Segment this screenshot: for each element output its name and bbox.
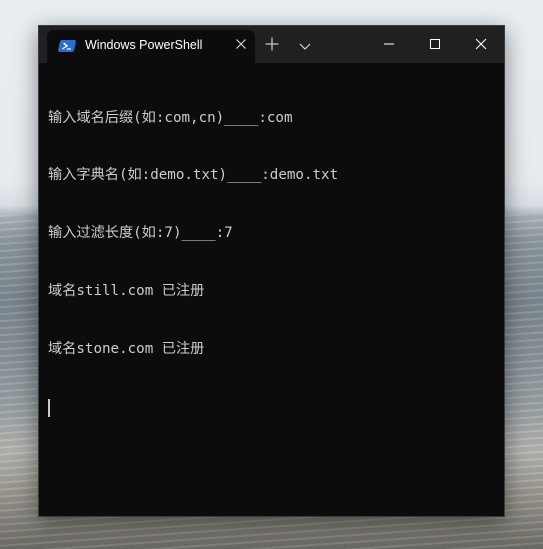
close-tab-icon[interactable] <box>233 36 249 52</box>
chevron-down-icon[interactable] <box>298 38 312 50</box>
tab-title: Windows PowerShell <box>85 38 203 52</box>
maximize-button[interactable] <box>412 26 458 63</box>
title-bar[interactable]: Windows PowerShell <box>39 26 504 63</box>
powershell-icon <box>57 40 77 52</box>
minimize-button[interactable] <box>366 26 412 63</box>
prompt-line[interactable] <box>48 398 496 418</box>
terminal-line: 输入字典名(如:demo.txt)____:demo.txt <box>48 167 339 184</box>
terminal-line: 域名still.com 已注册 <box>48 283 205 300</box>
text-cursor <box>48 399 50 418</box>
terminal-line: 输入过滤长度(如:7)____:7 <box>48 225 233 242</box>
plus-icon[interactable] <box>264 36 280 52</box>
close-button[interactable] <box>458 26 504 63</box>
terminal-line: 输入域名后缀(如:com,cn)____:com <box>48 109 293 126</box>
terminal-output[interactable]: 输入域名后缀(如:com,cn)____:com 输入字典名(如:demo.tx… <box>48 70 496 510</box>
maximize-icon <box>430 39 440 49</box>
close-icon <box>475 38 487 50</box>
terminal-window: Windows PowerShell 输入域名后缀(如:com,cn)____:… <box>38 25 505 517</box>
tab-powershell[interactable]: Windows PowerShell <box>47 30 255 63</box>
terminal-line: 域名stone.com 已注册 <box>48 341 205 358</box>
minimize-icon <box>384 43 394 45</box>
